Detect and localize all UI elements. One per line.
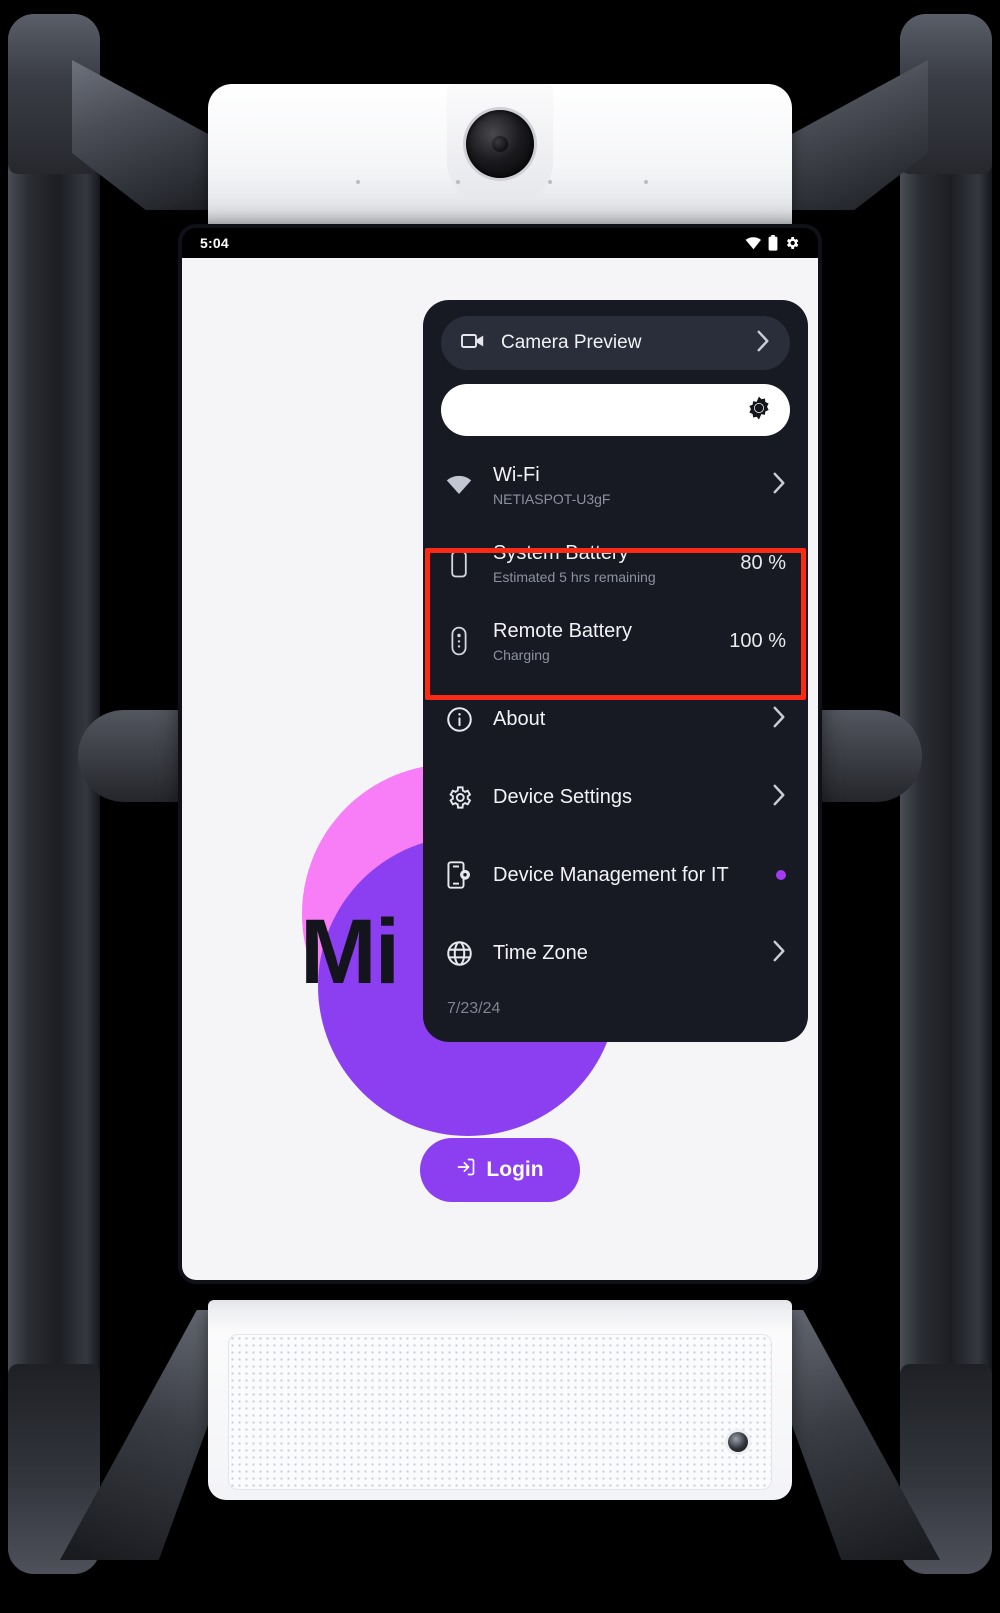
menu-item-device-settings-title: Device Settings: [493, 785, 632, 808]
globe-icon: [445, 940, 473, 967]
battery-icon: [445, 548, 473, 578]
screenshot-root: 5:04 Mi Login Camera Preview Wi-Fi NETIA…: [0, 0, 1000, 1613]
speaker-module: [208, 1300, 792, 1500]
menu-item-device-settings-text: Device Settings: [493, 785, 752, 810]
brightness-slider[interactable]: [441, 384, 790, 436]
menu-item-system-battery[interactable]: System Battery Estimated 5 hrs remaining…: [423, 524, 808, 602]
status-bar-icons: [745, 235, 800, 251]
menu-item-time-zone[interactable]: Time Zone: [423, 914, 808, 992]
login-button-label: Login: [486, 1158, 544, 1181]
camera-module: [208, 84, 792, 232]
menu-item-wifi-title: Wi-Fi: [493, 464, 540, 486]
camera-lens-icon: [466, 110, 534, 178]
frame-post-left: [8, 14, 100, 1574]
speaker-grille-icon: [228, 1334, 772, 1490]
panel-date: 7/23/24: [447, 1000, 501, 1017]
chevron-right-icon: [756, 330, 770, 357]
menu-item-system-battery-text: System Battery Estimated 5 hrs remaining: [493, 541, 710, 585]
status-bar-clock: 5:04: [200, 235, 229, 251]
gear-icon: [784, 235, 800, 251]
wifi-icon: [445, 475, 473, 495]
app-screen: Mi Login Camera Preview Wi-Fi NETIASPOT-…: [182, 258, 818, 1280]
menu-item-about[interactable]: About: [423, 680, 808, 758]
camera-notch: [447, 84, 553, 202]
menu-item-wifi-text: Wi-Fi NETIASPOT-U3gF: [493, 463, 752, 507]
speaker-port: [728, 1432, 748, 1452]
chevron-right-icon: [772, 706, 786, 733]
camera-preview-label: Camera Preview: [501, 332, 642, 353]
menu-item-remote-battery[interactable]: Remote Battery Charging 100 %: [423, 602, 808, 680]
menu-item-time-zone-title: Time Zone: [493, 941, 588, 964]
menu-item-about-title: About: [493, 707, 546, 730]
camera-lens-center: [492, 136, 508, 152]
status-bar: 5:04: [182, 228, 818, 258]
camera-mic-dot: [548, 180, 552, 184]
camera-mic-dot: [356, 180, 360, 184]
remote-battery-value: 100 %: [729, 629, 786, 652]
brand-title: Mi: [300, 901, 400, 1003]
chevron-right-icon: [772, 472, 786, 499]
frame-post-right: [900, 14, 992, 1574]
tablet-device: 5:04 Mi Login Camera Preview Wi-Fi NETIA…: [182, 228, 818, 1280]
notification-dot-badge: [776, 870, 786, 880]
menu-item-remote-battery-text: Remote Battery Charging: [493, 619, 699, 663]
menu-item-system-battery-title: System Battery: [493, 542, 629, 564]
camera-mic-dot: [644, 180, 648, 184]
menu-item-system-battery-subtitle: Estimated 5 hrs remaining: [493, 569, 656, 585]
menu-item-wifi-subtitle: NETIASPOT-U3gF: [493, 491, 611, 507]
remote-control-icon: [445, 626, 473, 656]
menu-item-remote-battery-subtitle: Charging: [493, 647, 550, 663]
settings-panel: Camera Preview Wi-Fi NETIASPOT-U3gF Syst…: [423, 300, 808, 1042]
camera-preview-button[interactable]: Camera Preview: [441, 316, 790, 370]
brightness-icon: [746, 395, 772, 426]
camera-mic-dot: [456, 180, 460, 184]
menu-item-wifi[interactable]: Wi-Fi NETIASPOT-U3gF: [423, 446, 808, 524]
menu-item-remote-battery-title: Remote Battery: [493, 620, 632, 642]
chevron-right-icon: [772, 940, 786, 967]
system-battery-value: 80 %: [740, 551, 786, 574]
menu-item-about-text: About: [493, 707, 752, 732]
video-camera-icon: [461, 331, 485, 356]
chevron-right-icon: [772, 784, 786, 811]
info-icon: [445, 706, 473, 733]
menu-item-device-management-text: Device Management for IT: [493, 863, 756, 888]
wifi-icon: [745, 236, 762, 250]
menu-item-device-settings[interactable]: Device Settings: [423, 758, 808, 836]
battery-icon: [768, 235, 778, 251]
menu-item-time-zone-text: Time Zone: [493, 941, 752, 966]
gear-icon: [445, 784, 473, 811]
menu-item-device-management-title: Device Management for IT: [493, 863, 729, 886]
login-button[interactable]: Login: [420, 1138, 580, 1202]
login-arrow-icon: [456, 1157, 476, 1183]
menu-item-device-management[interactable]: Device Management for IT: [423, 836, 808, 914]
device-management-icon: [445, 861, 473, 889]
